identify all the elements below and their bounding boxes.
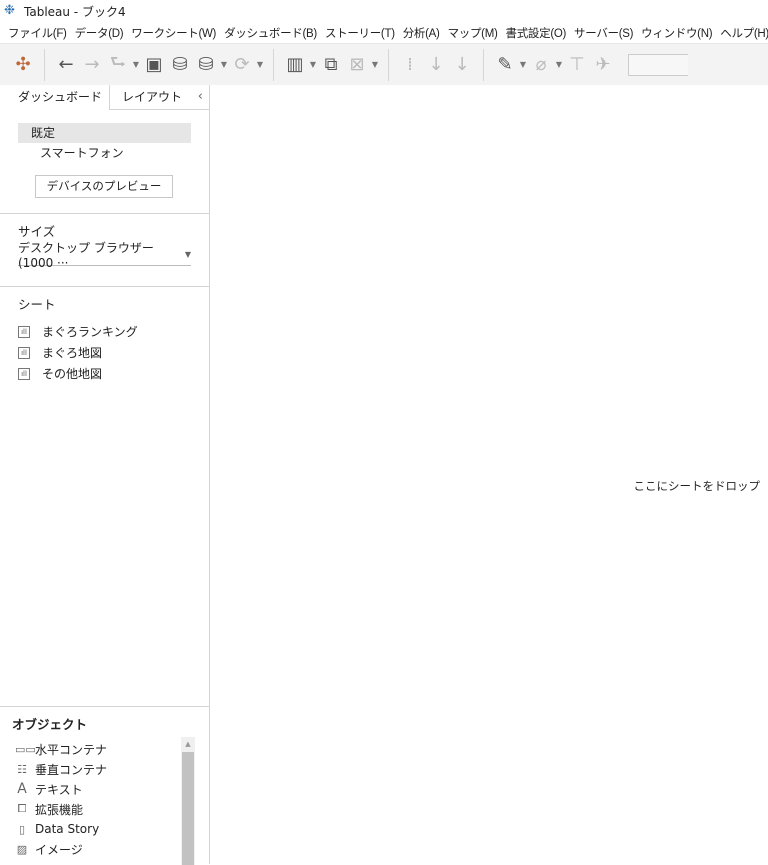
sheet-label: その他地図 bbox=[42, 367, 103, 381]
divider bbox=[44, 48, 45, 81]
object-data-story[interactable]: ▯ Data Story bbox=[0, 819, 209, 839]
pause-updates-icon[interactable]: ⛁ bbox=[193, 52, 219, 78]
refresh-icon[interactable]: ⟳ bbox=[229, 52, 255, 78]
toolbar: ✣ ← → ⮑ ▼ ▣ ⛁ ⛁ ▼ ⟳ ▼ ▥ ▼ ⧉ ⊠ ▼ ⁞ ↓ ↓ ✎ ▼ ⌀ ▼ ⊤… bbox=[0, 43, 768, 85]
size-section: サイズ デスクトップ ブラウザー (1000 ··· ▼ bbox=[0, 214, 209, 287]
device-section: 既定 スマートフォン デバイスのプレビュー bbox=[0, 110, 209, 214]
chevron-down-icon[interactable]: ▼ bbox=[370, 60, 380, 69]
device-phone[interactable]: スマートフォン bbox=[18, 143, 191, 163]
save-icon[interactable]: ▣ bbox=[141, 52, 167, 78]
object-text[interactable]: A テキスト bbox=[0, 779, 209, 799]
search-input[interactable] bbox=[628, 53, 688, 76]
drop-hint: ここにシートをドロップ bbox=[633, 479, 761, 493]
object-label: Data Story bbox=[35, 822, 100, 836]
undo-icon[interactable]: ← bbox=[53, 52, 79, 78]
chevron-down-icon[interactable]: ▼ bbox=[131, 60, 141, 69]
divider bbox=[483, 48, 484, 81]
clear-sheet-icon[interactable]: ⊠ bbox=[344, 52, 370, 78]
device-preview-button[interactable]: デバイスのプレビュー bbox=[35, 175, 173, 198]
object-horizontal-container[interactable]: ▭▭ 水平コンテナ bbox=[0, 739, 209, 759]
collapse-panel-icon[interactable]: ‹ bbox=[198, 89, 203, 104]
menu-file[interactable]: ファイル(F) bbox=[4, 25, 71, 41]
menu-window[interactable]: ウィンドウ(N) bbox=[637, 25, 716, 41]
title-bar: ❉ Tableau - ブック4 bbox=[0, 0, 768, 22]
object-label: 水平コンテナ bbox=[35, 742, 108, 757]
highlight-icon[interactable]: ✎ bbox=[492, 52, 518, 78]
chevron-down-icon[interactable]: ▼ bbox=[255, 60, 265, 69]
bar-chart-icon: ıll bbox=[18, 346, 30, 359]
menu-story[interactable]: ストーリー(T) bbox=[321, 25, 399, 41]
size-value: デスクトップ ブラウザー (1000 ··· bbox=[18, 241, 154, 270]
chevron-down-icon[interactable]: ▼ bbox=[219, 60, 229, 69]
sort-ascending-icon[interactable]: ↓ bbox=[423, 52, 449, 78]
chevron-down-icon[interactable]: ▼ bbox=[554, 60, 564, 69]
window-title: Tableau - ブック4 bbox=[24, 4, 126, 19]
chevron-down-icon[interactable]: ▼ bbox=[518, 60, 528, 69]
object-label: イメージ bbox=[35, 842, 83, 857]
objects-scrollbar[interactable]: ▲ bbox=[181, 737, 195, 865]
object-label: 垂直コンテナ bbox=[35, 762, 108, 777]
paperclip-icon[interactable]: ⌀ bbox=[528, 52, 554, 78]
new-data-source-icon[interactable]: ⛁ bbox=[167, 52, 193, 78]
sheet-item[interactable]: ıll まぐろ地図 bbox=[0, 342, 209, 363]
vertical-container-icon: ☷ bbox=[17, 762, 27, 776]
menu-dashboard[interactable]: ダッシュボード(B) bbox=[220, 25, 321, 41]
objects-label: オブジェクト bbox=[12, 717, 88, 732]
tableau-home-icon[interactable]: ✣ bbox=[10, 52, 36, 78]
duplicate-sheet-icon[interactable]: ⧉ bbox=[318, 52, 344, 78]
replay-icon[interactable]: ⮑ bbox=[105, 52, 131, 78]
tab-dashboard[interactable]: ダッシュボード bbox=[0, 85, 109, 110]
menu-data[interactable]: データ(D) bbox=[71, 25, 128, 41]
new-worksheet-icon[interactable]: ▥ bbox=[282, 52, 308, 78]
panel-tabs: ダッシュボード レイアウト ‹ bbox=[0, 85, 209, 110]
scroll-up-icon[interactable]: ▲ bbox=[181, 737, 195, 751]
object-image[interactable]: ▨ イメージ bbox=[0, 839, 209, 859]
tab-layout[interactable]: レイアウト bbox=[109, 85, 209, 110]
menu-map[interactable]: マップ(M) bbox=[444, 25, 502, 41]
tableau-logo-icon: ❉ bbox=[4, 3, 15, 18]
divider bbox=[388, 48, 389, 81]
device-default[interactable]: 既定 bbox=[18, 123, 191, 143]
swap-icon[interactable]: ⁞ bbox=[397, 52, 423, 78]
sheets-section: シート ıll まぐろランキング ıll まぐろ地図 ıll その他地図 bbox=[0, 287, 209, 384]
object-label: 拡張機能 bbox=[35, 802, 84, 817]
data-story-icon: ▯ bbox=[18, 822, 26, 836]
menu-help[interactable]: ヘルプ(H) bbox=[716, 25, 768, 41]
menu-worksheet[interactable]: ワークシート(W) bbox=[127, 25, 220, 41]
object-label: テキスト bbox=[35, 782, 83, 797]
objects-section: オブジェクト ▭▭ 水平コンテナ ☷ 垂直コンテナ A テキスト ⧠ 拡張機能 ▯ Dat… bbox=[0, 706, 209, 865]
menu-format[interactable]: 書式設定(O) bbox=[502, 25, 571, 41]
redo-icon[interactable]: → bbox=[79, 52, 105, 78]
bar-chart-icon: ıll bbox=[18, 325, 30, 338]
text-icon: A bbox=[17, 781, 27, 797]
horizontal-container-icon: ▭▭ bbox=[15, 742, 36, 756]
sheet-label: まぐろランキング bbox=[42, 325, 138, 339]
bar-chart-icon: ıll bbox=[18, 367, 30, 380]
pin-icon[interactable]: ✈ bbox=[590, 52, 616, 78]
sheet-item[interactable]: ıll その他地図 bbox=[0, 363, 209, 384]
extension-icon: ⧠ bbox=[17, 802, 27, 815]
scrollbar-thumb[interactable] bbox=[182, 752, 194, 865]
menu-analysis[interactable]: 分析(A) bbox=[399, 25, 444, 41]
show-labels-icon[interactable]: ⊤ bbox=[564, 52, 590, 78]
object-vertical-container[interactable]: ☷ 垂直コンテナ bbox=[0, 759, 209, 779]
sort-descending-icon[interactable]: ↓ bbox=[449, 52, 475, 78]
menu-server[interactable]: サーバー(S) bbox=[570, 25, 637, 41]
sheet-label: まぐろ地図 bbox=[42, 346, 103, 360]
image-icon: ▨ bbox=[16, 842, 28, 856]
divider bbox=[273, 48, 274, 81]
menu-bar: ファイル(F) データ(D) ワークシート(W) ダッシュボード(B) ストーリ… bbox=[0, 22, 768, 43]
size-dropdown[interactable]: デスクトップ ブラウザー (1000 ··· ▼ bbox=[18, 241, 191, 270]
chevron-down-icon: ▼ bbox=[184, 250, 191, 259]
dashboard-canvas[interactable]: ここにシートをドロップ bbox=[210, 85, 768, 864]
object-extension[interactable]: ⧠ 拡張機能 bbox=[0, 799, 209, 819]
sheets-label: シート bbox=[18, 297, 56, 312]
size-label: サイズ bbox=[18, 224, 56, 239]
sheet-item[interactable]: ıll まぐろランキング bbox=[0, 321, 209, 342]
chevron-down-icon[interactable]: ▼ bbox=[308, 60, 318, 69]
